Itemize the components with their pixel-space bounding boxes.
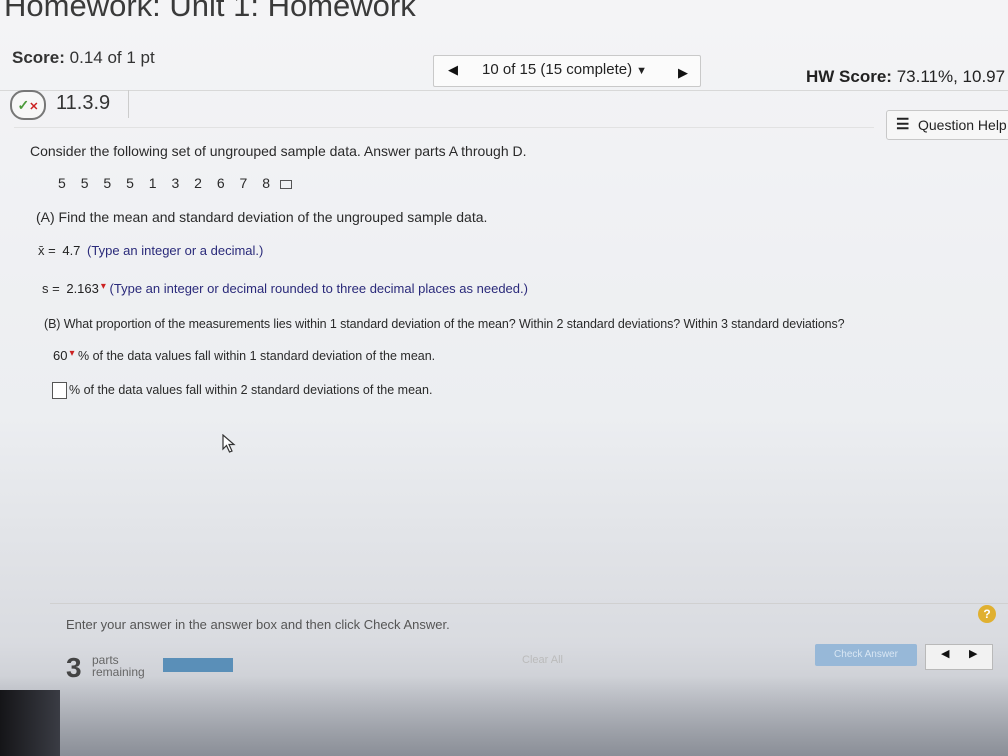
std-dev-answer-field[interactable]: 2.163 [63, 281, 102, 296]
score: Score: 0.14 of 1 pt [12, 48, 155, 68]
data-value: 8 [262, 175, 271, 191]
data-value: 6 [216, 175, 226, 191]
monitor-bezel [0, 690, 60, 756]
score-value: 0.14 of 1 pt [69, 48, 155, 67]
page-title: Homework: Unit 1: Homework [4, 0, 416, 23]
question-progress-dropdown[interactable]: 10 of 15 (15 complete) ▼ [482, 61, 647, 78]
data-value: 5 [103, 175, 112, 191]
data-value: 5 [126, 175, 135, 191]
data-value: 5 [58, 175, 67, 191]
footer-divider [50, 603, 1008, 604]
score-label: Score: [12, 48, 65, 67]
header-divider [0, 90, 1008, 91]
mean-label: x̄ = [38, 243, 56, 258]
data-value: 7 [239, 175, 248, 191]
within-2sd-answer-field[interactable] [52, 382, 67, 399]
footer-instruction: Enter your answer in the answer box and … [66, 617, 450, 632]
part-b-prompt: (B) What proportion of the measurements … [44, 317, 845, 331]
parts-remaining-label: parts remaining [92, 654, 145, 678]
screen-shadow [0, 676, 1008, 756]
data-value: 3 [171, 175, 180, 191]
footer-next-button[interactable]: ▶ [969, 647, 977, 660]
previous-question-button[interactable]: ◀ [445, 62, 461, 78]
data-value: 1 [148, 175, 158, 191]
screen: Homework: Unit 1: Homework Score: 0.14 o… [0, 0, 1008, 756]
parts-progress-fill [163, 658, 233, 672]
hw-score: HW Score: 73.11%, 10.97 c [806, 67, 1008, 87]
within-1sd-text: % of the data values fall within 1 stand… [77, 349, 436, 363]
within-1sd-row: 60 ▾ % of the data values fall within 1 s… [50, 348, 435, 363]
incorrect-mark-icon: ▾ [69, 348, 75, 359]
question-intro: Consider the following set of ungrouped … [30, 143, 527, 159]
footer-navigator [925, 644, 993, 670]
mean-answer-field[interactable]: 4.7 [59, 243, 83, 258]
question-id-divider [128, 90, 129, 118]
clear-all-button[interactable]: Clear All [522, 654, 563, 666]
chevron-down-icon: ▼ [636, 65, 647, 77]
partial-credit-icon: ✓✕ [10, 90, 46, 120]
mouse-cursor-icon [222, 434, 236, 453]
help-icon[interactable]: ? [978, 605, 996, 623]
question-help-label: Question Help [918, 117, 1007, 133]
hw-score-label: HW Score: [806, 67, 892, 86]
incorrect-mark-icon: ▾ [100, 281, 106, 292]
std-dev-label: s = [42, 281, 60, 296]
data-value: 5 [80, 175, 89, 191]
std-dev-answer-row: s = 2.163 ▾ (Type an integer or decimal r… [42, 281, 528, 296]
std-dev-hint: (Type an integer or decimal rounded to t… [109, 281, 528, 296]
within-2sd-text: % of the data values fall within 2 stand… [69, 382, 433, 397]
content-divider [14, 127, 874, 128]
question-progress-label: 10 of 15 (15 complete) [482, 61, 633, 78]
within-1sd-answer-field[interactable]: 60 [50, 348, 70, 363]
part-a-prompt: (A) Find the mean and standard deviation… [36, 209, 488, 225]
hw-score-value: 73.11%, 10.97 c [896, 67, 1008, 86]
window-icon[interactable] [279, 180, 292, 189]
footer-previous-button[interactable]: ◀ [941, 647, 949, 660]
sample-data: 5 5 5 5 1 3 2 6 7 8 [58, 175, 302, 191]
data-value: 2 [194, 175, 203, 191]
question-help-button[interactable]: ☰ Question Help [886, 110, 1008, 140]
next-question-button[interactable]: ▶ [675, 65, 691, 81]
within-2sd-row: % of the data values fall within 2 stand… [52, 382, 432, 399]
list-icon: ☰ [896, 116, 910, 133]
parts-progress-bar [163, 658, 233, 672]
question-id: 11.3.9 [56, 92, 111, 114]
mean-hint: (Type an integer or a decimal.) [87, 243, 264, 258]
mean-answer-row: x̄ = 4.7 (Type an integer or a decimal.) [38, 243, 263, 258]
check-answer-button[interactable]: Check Answer [815, 644, 917, 666]
